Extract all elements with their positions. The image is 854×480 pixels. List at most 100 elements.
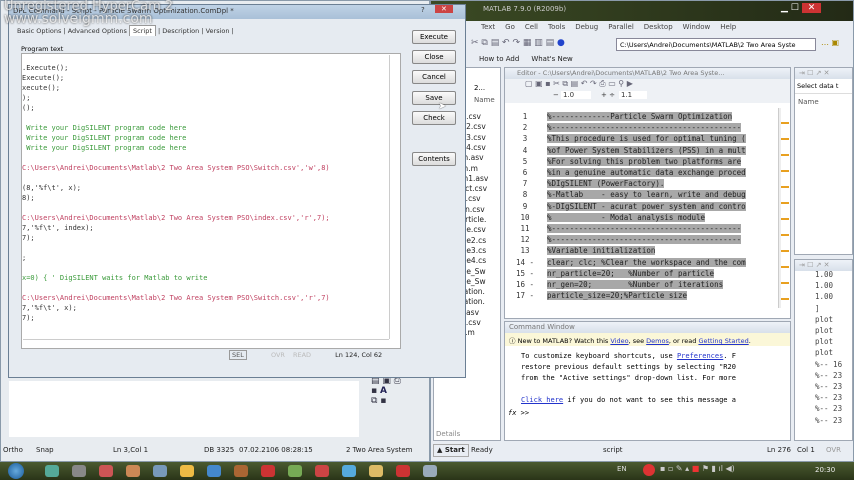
help-icon[interactable]: ? [421, 6, 425, 14]
history-entry[interactable]: ] [815, 304, 820, 313]
demos-link[interactable]: Demos [646, 337, 669, 345]
ortho-status[interactable]: Ortho [3, 443, 23, 457]
code-vscrollbar[interactable] [389, 55, 399, 339]
details-label[interactable]: Details [436, 430, 460, 438]
code-line[interactable]: %For solving this problem two platforms … [547, 156, 742, 166]
taskbar-app-icon[interactable] [423, 465, 437, 477]
close-icon[interactable]: ✕ [801, 3, 822, 13]
tab-description[interactable]: Description [162, 27, 199, 35]
code-line[interactable]: %in a genuine automatic data exchange pr… [547, 168, 746, 177]
menu-go[interactable]: Go [505, 23, 515, 31]
window-controls[interactable]: ▁ ☐ ✕ [781, 3, 822, 13]
taskbar-app-icon[interactable] [126, 465, 140, 477]
history-entry[interactable]: %-- 23 [815, 393, 842, 402]
preferences-link[interactable]: Preferences [677, 352, 723, 360]
save-button[interactable]: Save [412, 91, 456, 105]
history-entry[interactable]: %-- 23 [815, 404, 842, 413]
taskbar-app-icon[interactable] [342, 465, 356, 477]
shortcut-whats-new[interactable]: What's New [531, 55, 572, 63]
code-line[interactable]: %-------------Particle Swarm Optimizatio… [547, 112, 733, 121]
history-entry[interactable]: %-- 23 [815, 382, 842, 391]
dialog-close-icon[interactable]: ✕ [435, 5, 453, 13]
folder-dropdown[interactable]: 2... [474, 84, 500, 92]
code-line[interactable]: particle_size=20;%Particle size [547, 291, 687, 301]
browse-folder-button[interactable]: … ▣ [821, 38, 845, 51]
history-entry[interactable]: 1.00 [815, 270, 833, 279]
start-button[interactable]: ▲ Start [433, 444, 469, 457]
current-folder-field[interactable]: C:\Users\Andrei\Documents\MATLAB\2 Two A… [616, 38, 816, 51]
contents-button[interactable]: Contents [412, 152, 456, 166]
code-line[interactable]: clear; clc; %Clear the workspace and the… [547, 257, 746, 267]
code-line[interactable]: %-DIgSILENT - acurat power system and co… [547, 201, 746, 211]
tab-version[interactable]: Version [206, 27, 230, 35]
code-line[interactable]: %---------------------------------------… [547, 123, 742, 133]
tray-icons[interactable]: ▪ ▫ ✎ ▴ ■ ⚑ ▮ ıl ◀) [660, 464, 735, 473]
digsilent-canvas[interactable] [9, 381, 359, 437]
code-line[interactable]: nr_particle=20; %Number of particle [547, 268, 715, 278]
taskbar-app-icon[interactable] [288, 465, 302, 477]
menu-cell[interactable]: Cell [525, 23, 538, 31]
cancel-button[interactable]: Cancel [412, 70, 456, 84]
code-line[interactable]: %This procedure is used for optimal tuni… [547, 134, 746, 144]
close-button[interactable]: Close [412, 50, 456, 64]
name-column-header[interactable]: Name [474, 96, 500, 104]
menu-help[interactable]: Help [720, 23, 736, 31]
taskbar-app-icon[interactable] [99, 465, 113, 477]
taskbar-app-icon[interactable] [153, 465, 167, 477]
clock[interactable]: 20:30 [815, 466, 835, 474]
taskbar-app-icon[interactable] [315, 465, 329, 477]
recording-icon[interactable] [643, 464, 655, 476]
taskbar-app-icon[interactable] [234, 465, 248, 477]
main-toolbar-icons[interactable]: ✂ ⧉ ▤ ↶ ↷ ▦ ▥ ▤ ● [471, 38, 565, 48]
code-line[interactable]: %DIgSILENT (PowerFactory). [547, 179, 665, 189]
history-entry[interactable]: %-- 23 [815, 371, 842, 380]
cell-decrement-field[interactable]: 1.0 [561, 91, 591, 99]
check-button[interactable]: Check [412, 111, 456, 125]
code-line[interactable]: %Variable initialization [547, 246, 656, 256]
workspace-panel-controls[interactable]: ⇥ ☐ ↗ ✕ [795, 68, 852, 79]
tab-basic-options[interactable]: Basic Options [17, 27, 61, 35]
menu-desktop[interactable]: Desktop [644, 23, 673, 31]
click-here-link[interactable]: Click here [521, 396, 563, 404]
code-line[interactable]: %---------------------------------------… [547, 235, 742, 245]
history-entry[interactable]: %-- 16 [815, 360, 842, 369]
code-line[interactable]: nr_gen=20; %Number of iterations [547, 280, 724, 289]
snap-status[interactable]: Snap [36, 443, 54, 457]
language-indicator[interactable]: EN [617, 465, 627, 473]
menu-window[interactable]: Window [683, 23, 711, 31]
history-entry[interactable]: %-- 23 [815, 416, 842, 425]
execute-button[interactable]: Execute [412, 30, 456, 44]
history-entry[interactable]: plot [815, 348, 833, 357]
taskbar-app-icon[interactable] [207, 465, 221, 477]
taskbar-app-icon[interactable] [369, 465, 383, 477]
menu-parallel[interactable]: Parallel [608, 23, 634, 31]
shortcut-how-to-add[interactable]: How to Add [479, 55, 519, 63]
video-link[interactable]: Video [610, 337, 628, 345]
tab-advanced-options[interactable]: Advanced Options [68, 27, 127, 35]
code-line[interactable]: % - Modal analysis module [547, 212, 706, 222]
taskbar-app-icon[interactable] [261, 465, 275, 477]
select-data-button[interactable]: Select data t [795, 79, 852, 93]
code-hscrollbar[interactable] [23, 339, 389, 348]
history-entry[interactable]: plot [815, 337, 833, 346]
taskbar-app-icon[interactable] [180, 465, 194, 477]
history-entry[interactable]: plot [815, 315, 833, 324]
getting-started-link[interactable]: Getting Started [698, 337, 748, 345]
cell-divide-field[interactable]: 1.1 [619, 91, 647, 99]
windows-start-button[interactable] [8, 463, 24, 479]
workspace-name-header[interactable]: Name [795, 93, 852, 110]
command-prompt[interactable]: fx >> [505, 406, 790, 417]
editor-toolbar[interactable]: ▢ ▣ ▪ ✂ ⧉ ▤ ↶ ↷ ⎙ ▭ ⚲ ▶ [505, 79, 790, 91]
code-line[interactable]: %-Matlab - easy to learn, write and debu… [547, 190, 746, 200]
taskbar-app-icon[interactable] [45, 465, 59, 477]
history-entry[interactable]: 1.00 [815, 281, 833, 290]
history-entry[interactable]: 1.00 [815, 292, 833, 301]
menu-tools[interactable]: Tools [548, 23, 565, 31]
taskbar-app-icon[interactable] [396, 465, 410, 477]
taskbar-app-icon[interactable] [72, 465, 86, 477]
code-line[interactable]: %of Power System Stabilizers (PSS) in a … [547, 145, 746, 155]
program-text-editor[interactable] [21, 53, 401, 349]
history-entry[interactable]: plot [815, 326, 833, 335]
digsilent-tool-icons[interactable]: ▤ ▣ ⎙ ▪ A ⧉ ▪ [371, 376, 401, 421]
menu-text[interactable]: Text [481, 23, 495, 31]
